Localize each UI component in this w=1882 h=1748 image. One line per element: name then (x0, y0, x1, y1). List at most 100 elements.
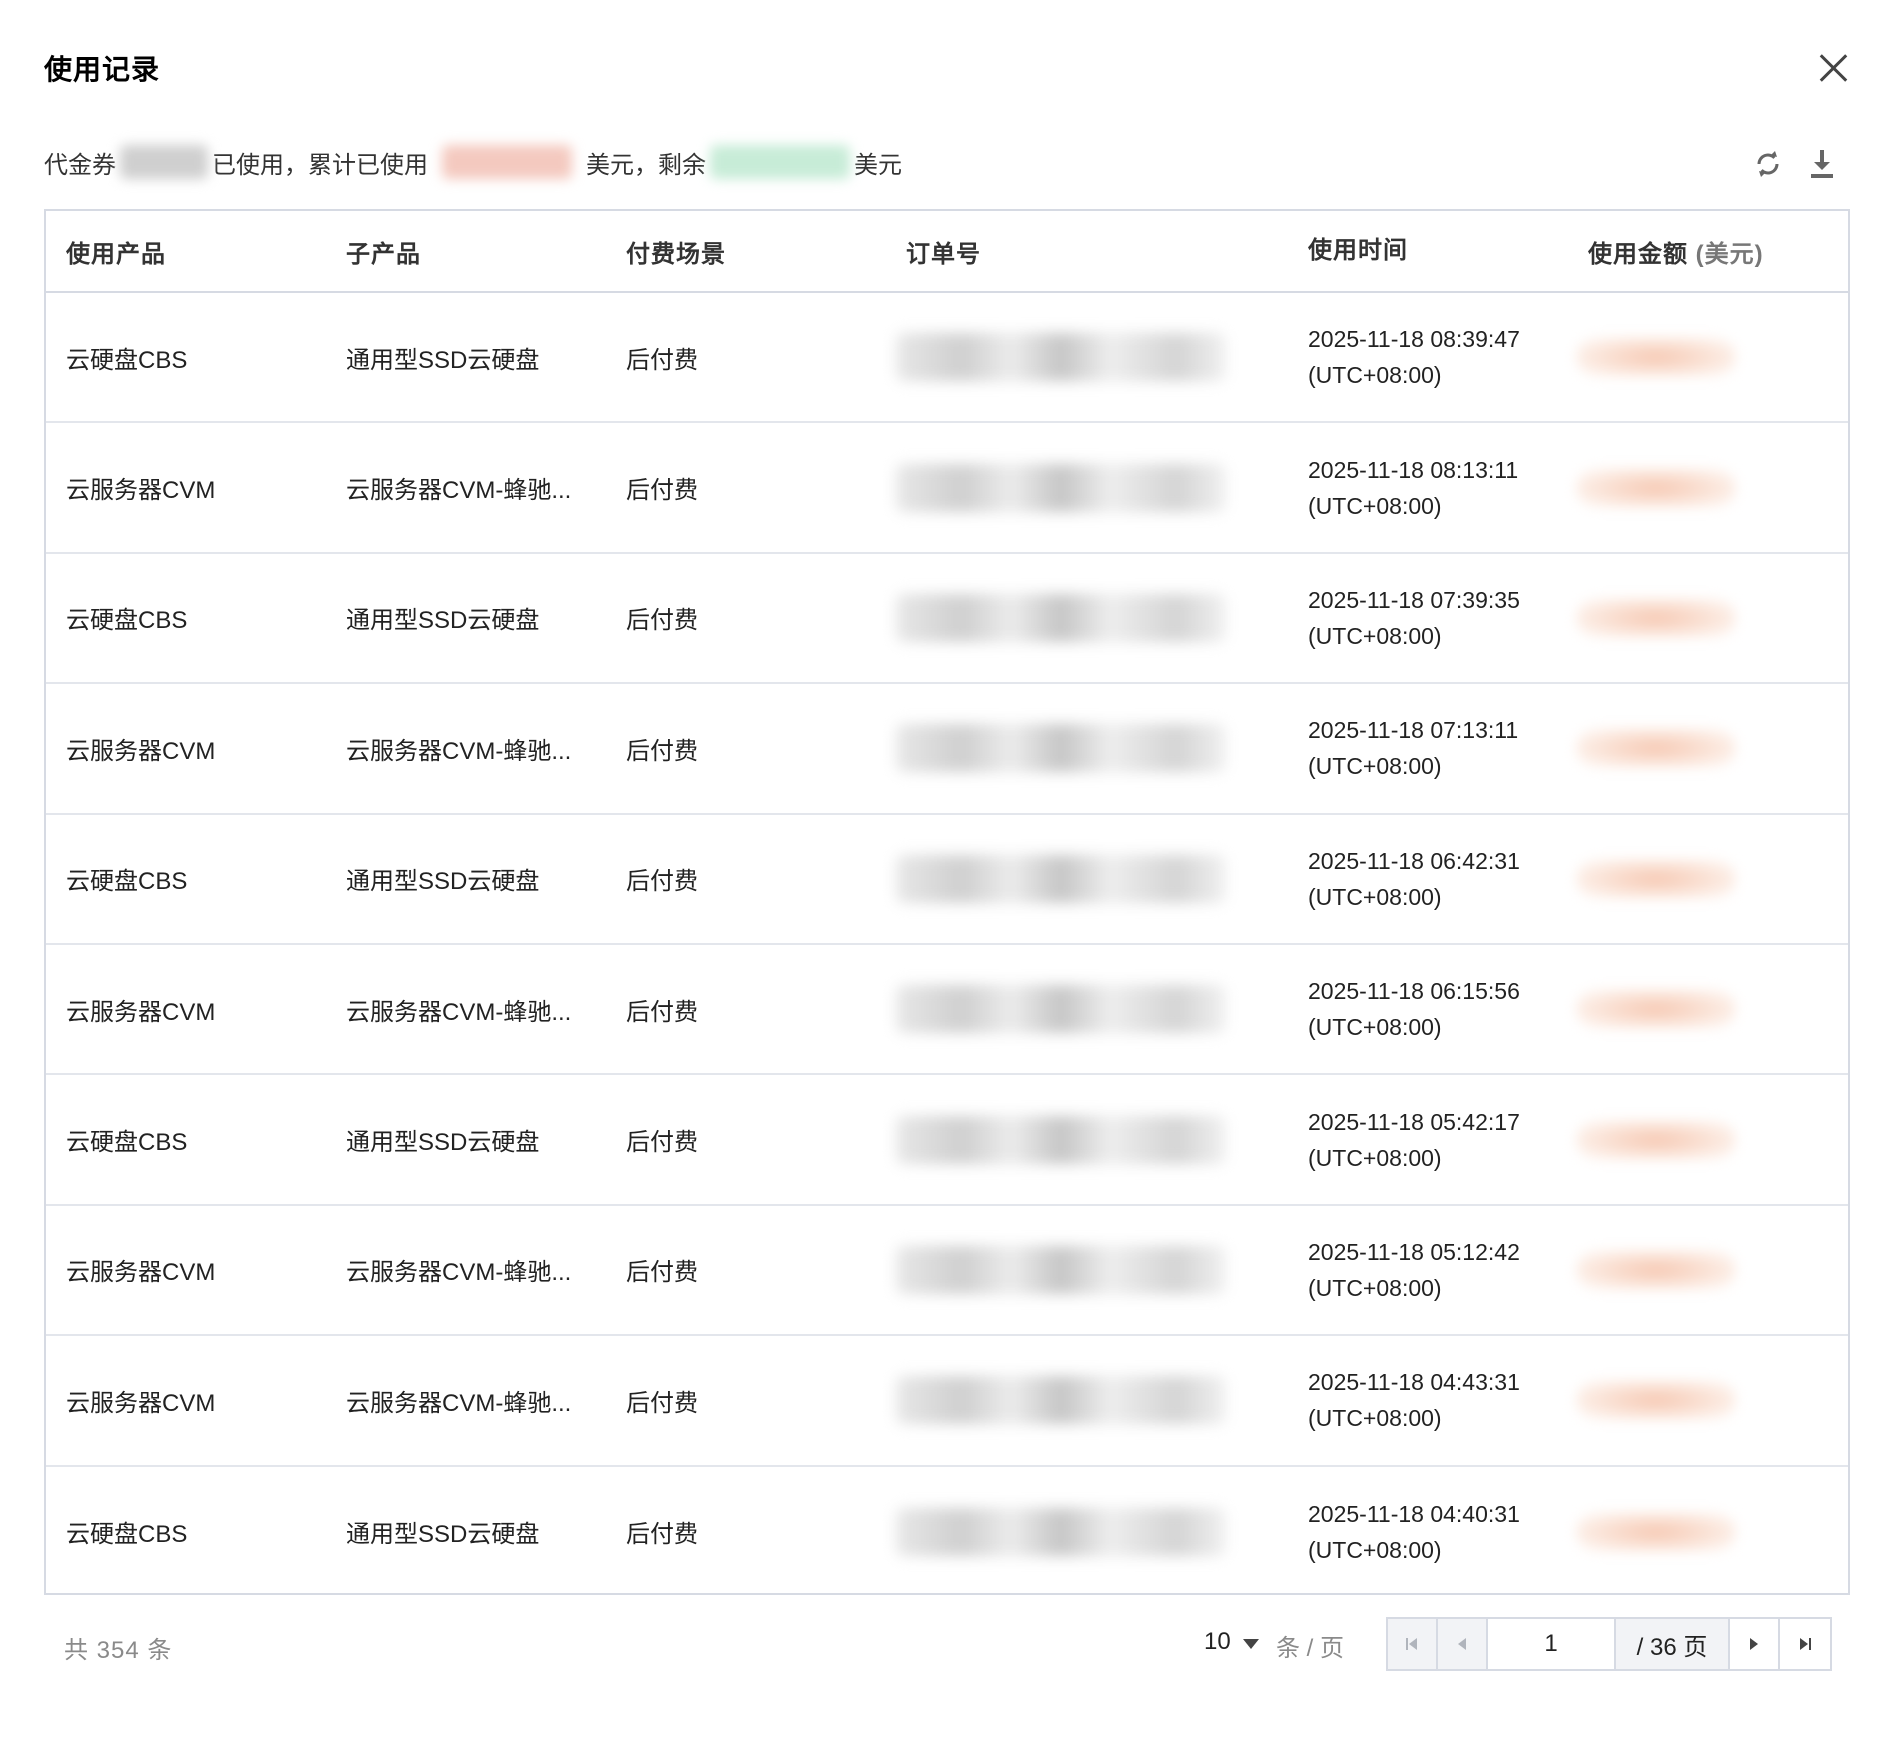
refresh-icon[interactable] (1752, 148, 1784, 180)
cell-pay-scene: 后付费 (626, 737, 698, 765)
cell-usage-time: 2025-11-18 07:13:11 (UTC+08:00) (1308, 712, 1518, 784)
cell-pay-scene: 后付费 (626, 607, 698, 635)
cell-sub-product: 云服务器CVM-蜂驰... (346, 737, 572, 765)
page-size-select[interactable]: 10 (1204, 1628, 1259, 1656)
cell-pay-scene: 后付费 (626, 1521, 698, 1549)
summary-unit-remaining: 美元，剩余 (586, 151, 706, 179)
cell-usage-time: 2025-11-18 07:39:35 (UTC+08:00) (1308, 582, 1520, 654)
cell-amount-redacted (1576, 858, 1736, 899)
table-row: 云硬盘CBS 通用型SSD云硬盘 后付费 2025-11-18 05:42:17 (UT… (46, 1075, 1848, 1206)
header-order-id: 订单号 (906, 240, 981, 268)
usage-date: 2025-11-18 06:42:31 (1308, 847, 1520, 874)
usage-timezone: (UTC+08:00) (1308, 753, 1442, 780)
cell-product: 云服务器CVM (66, 998, 216, 1026)
header-sub-product: 子产品 (346, 240, 421, 268)
cell-sub-product: 通用型SSD云硬盘 (346, 346, 540, 374)
usage-timezone: (UTC+08:00) (1308, 1274, 1442, 1301)
usage-table: 使用产品 子产品 付费场景 订单号 使用时间 使用金额 (美元) 云硬盘CBS 通… (44, 209, 1850, 1595)
cell-pay-scene: 后付费 (626, 1129, 698, 1157)
last-page-icon[interactable] (1780, 1619, 1830, 1669)
page-size-value: 10 (1204, 1628, 1231, 1655)
cell-amount-redacted (1576, 1119, 1736, 1160)
cell-order-id-redacted (896, 1376, 1226, 1425)
total-count: 共 354 条 (64, 1637, 173, 1664)
table-row: 云硬盘CBS 通用型SSD云硬盘 后付费 2025-11-18 06:42:31 (UT… (46, 815, 1848, 945)
table-header: 使用产品 子产品 付费场景 订单号 使用时间 使用金额 (美元) (46, 211, 1848, 293)
cell-sub-product: 通用型SSD云硬盘 (346, 1129, 540, 1157)
table-row: 云硬盘CBS 通用型SSD云硬盘 后付费 2025-11-18 04:40:31 (UT… (46, 1467, 1848, 1597)
cell-order-id-redacted (896, 593, 1226, 642)
table-row: 云服务器CVM 云服务器CVM-蜂驰... 后付费 2025-11-18 07:13:… (46, 684, 1848, 815)
cell-order-id-redacted (896, 985, 1226, 1034)
per-page-label: 条 / 页 (1276, 1635, 1345, 1662)
usage-date: 2025-11-18 08:39:47 (1308, 326, 1520, 353)
cell-product: 云硬盘CBS (66, 1129, 188, 1157)
total-pages: / 36 页 (1616, 1619, 1730, 1669)
cell-sub-product: 通用型SSD云硬盘 (346, 1521, 540, 1549)
table-row: 云硬盘CBS 通用型SSD云硬盘 后付费 2025-11-18 08:39:47 (UT… (46, 293, 1848, 424)
summary-used-label: 已使用，累计已使用 (212, 151, 428, 179)
next-page-icon[interactable] (1730, 1619, 1780, 1669)
cell-pay-scene: 后付费 (626, 1259, 698, 1287)
usage-date: 2025-11-18 07:39:35 (1308, 586, 1520, 613)
header-usage-time: 使用时间 (1308, 237, 1408, 264)
cell-usage-time: 2025-11-18 08:13:11 (UTC+08:00) (1308, 452, 1518, 524)
chevron-down-icon (1242, 1639, 1259, 1649)
cell-pay-scene: 后付费 (626, 477, 698, 505)
table-row: 云硬盘CBS 通用型SSD云硬盘 后付费 2025-11-18 07:39:35 (UT… (46, 554, 1848, 685)
cell-amount-redacted (1576, 1249, 1736, 1290)
cell-usage-time: 2025-11-18 06:15:56 (UTC+08:00) (1308, 973, 1520, 1045)
close-icon[interactable] (1818, 52, 1850, 84)
usage-date: 2025-11-18 07:13:11 (1308, 717, 1519, 744)
cell-product: 云服务器CVM (66, 477, 216, 505)
used-amount-redacted (442, 145, 572, 179)
usage-timezone: (UTC+08:00) (1308, 1536, 1442, 1563)
voucher-id-redacted (120, 145, 208, 179)
cell-amount-redacted (1576, 597, 1736, 638)
cell-pay-scene: 后付费 (626, 998, 698, 1026)
cell-order-id-redacted (896, 1507, 1226, 1556)
cell-order-id-redacted (896, 1245, 1226, 1294)
usage-timezone: (UTC+08:00) (1308, 1014, 1442, 1041)
first-page-icon[interactable] (1388, 1619, 1438, 1669)
cell-amount-redacted (1576, 337, 1736, 378)
cell-usage-time: 2025-11-18 06:42:31 (UTC+08:00) (1308, 843, 1520, 915)
cell-amount-redacted (1576, 1511, 1736, 1552)
usage-records-dialog: 使用记录 代金券 已使用，累计已使用 美元，剩余 美元 使用产品 子产品 付费场… (0, 0, 1882, 1748)
usage-date: 2025-11-18 04:40:31 (1308, 1500, 1520, 1527)
cell-amount-redacted (1576, 728, 1736, 769)
download-icon[interactable] (1806, 148, 1838, 180)
cell-product: 云硬盘CBS (66, 1521, 188, 1549)
cell-product: 云硬盘CBS (66, 346, 188, 374)
usage-timezone: (UTC+08:00) (1308, 622, 1442, 649)
cell-sub-product: 云服务器CVM-蜂驰... (346, 998, 572, 1026)
remaining-amount-redacted (710, 145, 850, 179)
cell-product: 云服务器CVM (66, 1389, 216, 1417)
usage-date: 2025-11-18 04:43:31 (1308, 1369, 1520, 1396)
cell-order-id-redacted (896, 333, 1226, 382)
prev-page-icon[interactable] (1438, 1619, 1488, 1669)
cell-order-id-redacted (896, 463, 1226, 512)
cell-sub-product: 云服务器CVM-蜂驰... (346, 1259, 572, 1287)
table-body: 云硬盘CBS 通用型SSD云硬盘 后付费 2025-11-18 08:39:47 (UT… (46, 293, 1848, 1597)
usage-date: 2025-11-18 05:12:42 (1308, 1238, 1520, 1265)
header-product: 使用产品 (66, 240, 166, 268)
table-row: 云服务器CVM 云服务器CVM-蜂驰... 后付费 2025-11-18 05:12:… (46, 1206, 1848, 1337)
table-row: 云服务器CVM 云服务器CVM-蜂驰... 后付费 2025-11-18 06:15:… (46, 945, 1848, 1076)
cell-usage-time: 2025-11-18 08:39:47 (UTC+08:00) (1308, 321, 1520, 393)
pagination: / 36 页 (1386, 1617, 1832, 1671)
usage-date: 2025-11-18 06:15:56 (1308, 978, 1520, 1005)
usage-timezone: (UTC+08:00) (1308, 883, 1442, 910)
cell-pay-scene: 后付费 (626, 1389, 698, 1417)
usage-timezone: (UTC+08:00) (1308, 362, 1442, 389)
usage-timezone: (UTC+08:00) (1308, 1405, 1442, 1432)
usage-timezone: (UTC+08:00) (1308, 492, 1442, 519)
cell-order-id-redacted (896, 724, 1226, 773)
voucher-summary: 代金券 已使用，累计已使用 美元，剩余 美元 (44, 145, 902, 179)
header-amount-unit: (美元) (1695, 240, 1764, 268)
usage-date: 2025-11-18 08:13:11 (1308, 456, 1519, 483)
cell-usage-time: 2025-11-18 04:40:31 (UTC+08:00) (1308, 1496, 1520, 1568)
page-number-input[interactable] (1488, 1619, 1616, 1669)
usage-timezone: (UTC+08:00) (1308, 1144, 1442, 1171)
cell-pay-scene: 后付费 (626, 346, 698, 374)
